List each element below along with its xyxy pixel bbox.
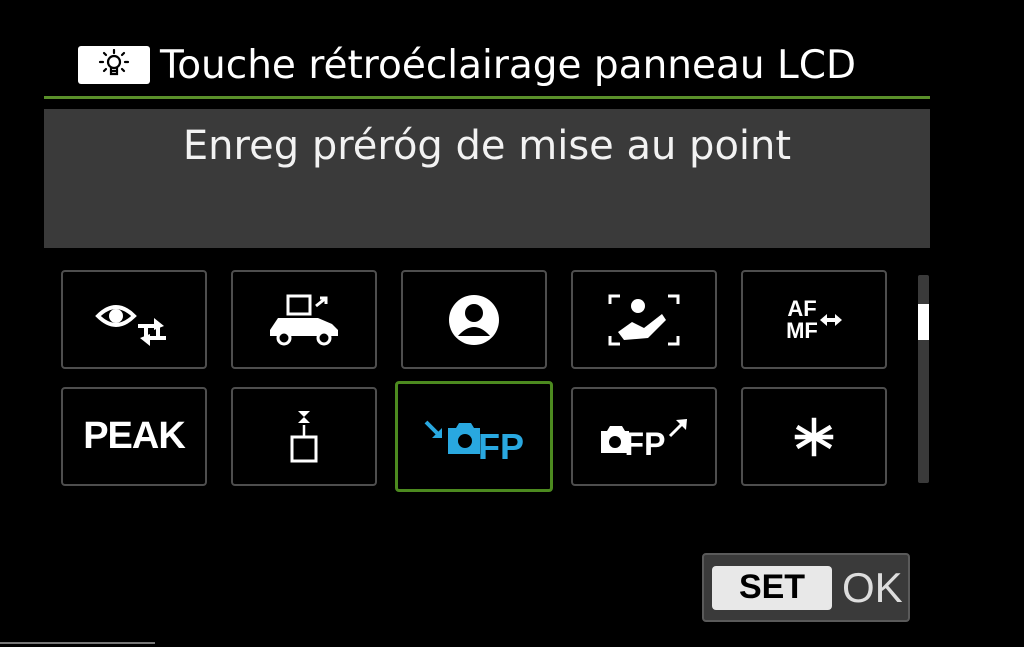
- lightbulb-icon: [78, 46, 150, 84]
- tile-focus-point[interactable]: [231, 387, 377, 486]
- corner-divider: [0, 642, 155, 644]
- person-icon: [449, 294, 499, 345]
- tile-recall-focus-preset[interactable]: FP: [571, 387, 717, 486]
- description-panel: Enreg préróg de mise au point: [44, 109, 930, 248]
- screen-header: Touche rétroéclairage panneau LCD: [78, 40, 856, 90]
- ae-lock-icon: [794, 417, 834, 456]
- ok-label: OK: [842, 563, 903, 611]
- tile-eye-detection-frame[interactable]: [571, 270, 717, 369]
- peaking-label: PEAK: [83, 415, 186, 457]
- page-title: Touche rétroéclairage panneau LCD: [160, 42, 857, 88]
- function-description: Enreg préróg de mise au point: [182, 123, 792, 169]
- fp-label: FP: [624, 425, 666, 462]
- eye-detection-switch-icon: [95, 304, 166, 346]
- tile-peaking[interactable]: PEAK: [61, 387, 207, 486]
- af-mf-switch-icon: AF MF: [786, 297, 842, 342]
- tile-subject-tracking-vehicle[interactable]: [231, 270, 377, 369]
- scrollbar-thumb[interactable]: [918, 304, 929, 340]
- header-divider: [44, 96, 930, 99]
- register-focus-preset-icon: FP: [424, 414, 524, 467]
- tile-eye-detection-switch[interactable]: [61, 270, 207, 369]
- set-badge: SET: [712, 565, 832, 610]
- fp-label: FP: [477, 425, 524, 467]
- subject-tracking-vehicle-icon: [270, 294, 338, 345]
- tile-af-mf-switch[interactable]: AF MF: [741, 270, 887, 369]
- focus-point-icon: [290, 410, 318, 462]
- tile-person[interactable]: [401, 270, 547, 369]
- scrollbar[interactable]: [918, 275, 929, 483]
- tile-register-focus-preset[interactable]: FP: [395, 381, 553, 492]
- recall-focus-preset-icon: FP: [599, 417, 690, 462]
- tile-ae-lock[interactable]: [741, 387, 887, 486]
- eye-detection-frame-icon: [608, 294, 680, 345]
- set-ok-button[interactable]: SET OK: [702, 553, 910, 622]
